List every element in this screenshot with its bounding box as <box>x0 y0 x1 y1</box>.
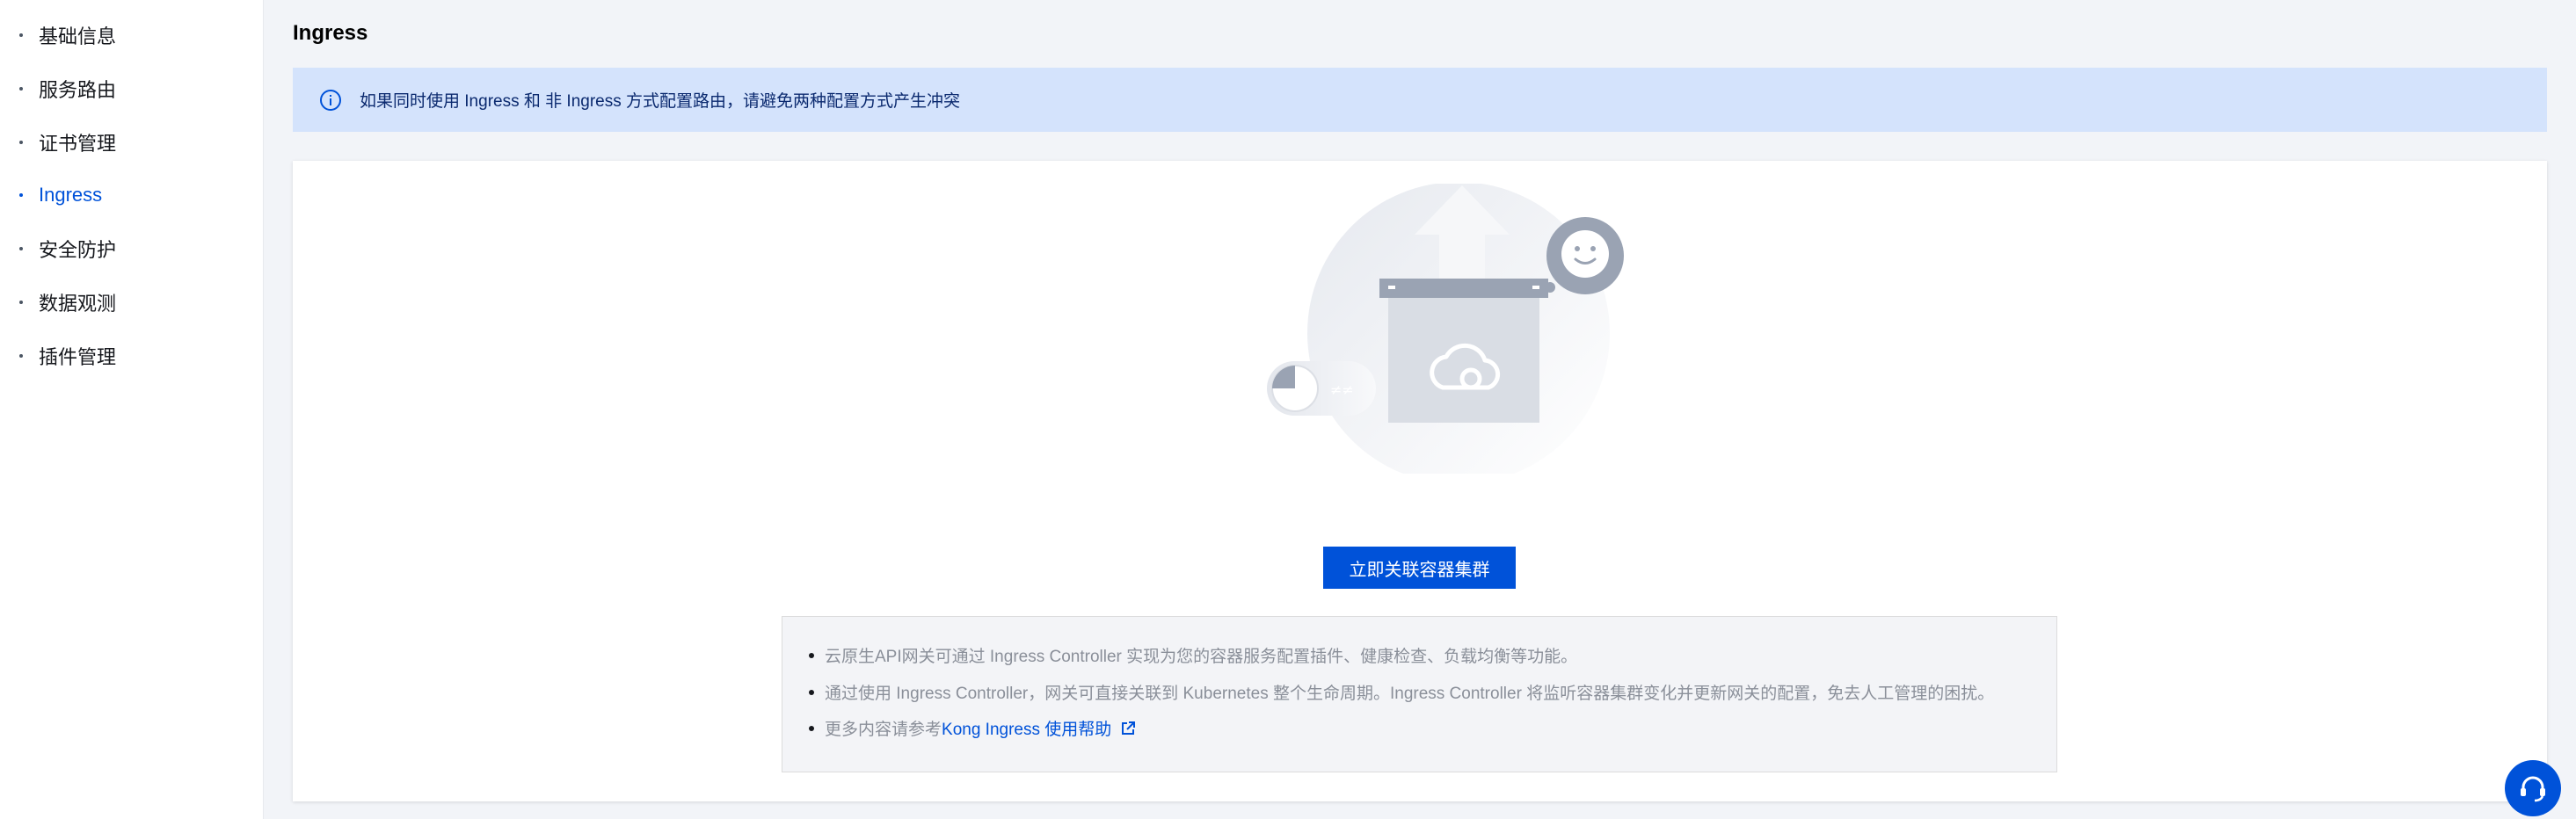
sidebar-item-basic-info[interactable]: 基础信息 <box>19 20 116 50</box>
sidebar-item-label: 服务路由 <box>39 79 117 101</box>
sidebar-item-label: 数据观测 <box>39 293 117 315</box>
bullet-dot <box>809 652 814 658</box>
sidebar-item-label: 基础信息 <box>39 25 117 47</box>
svg-text:≠≠: ≠≠ <box>1330 381 1354 398</box>
sidebar-item-label: 安全防护 <box>39 239 117 261</box>
tip-item: 通过使用 Ingress Controller，网关可直接关联到 Kuberne… <box>809 680 1994 704</box>
tip-text: 更多内容请参考 <box>825 721 942 739</box>
external-link-icon[interactable] <box>1120 721 1136 736</box>
alert-text: 如果同时使用 Ingress 和 非 Ingress 方式配置路由，请避免两种配… <box>360 92 961 111</box>
sidebar-item-label: 插件管理 <box>39 346 117 368</box>
tip-item: 云原生API网关可通过 Ingress Controller 实现为您的容器服务… <box>809 643 1577 667</box>
sidebar-item-plugins[interactable]: 插件管理 <box>19 341 116 371</box>
bullet-dot <box>809 725 814 731</box>
tip-text: 云原生API网关可通过 Ingress Controller 实现为您的容器服务… <box>825 648 1578 666</box>
associate-cluster-button[interactable]: 立即关联容器集群 <box>1323 547 1516 589</box>
sidebar-item-service-routes[interactable]: 服务路由 <box>19 74 116 104</box>
bullet-dot <box>19 33 23 37</box>
headset-icon <box>2521 776 2545 802</box>
bullet-dot <box>19 141 23 144</box>
cloud-box-upload-illustration: ≠≠ <box>1267 184 1624 474</box>
bullet-dot <box>809 689 814 695</box>
kong-ingress-help-link[interactable]: Kong Ingress 使用帮助 <box>942 716 1111 740</box>
bullet-dot <box>19 247 23 250</box>
sidebar-item-ingress[interactable]: Ingress <box>19 180 102 210</box>
sidebar: 基础信息 服务路由 证书管理 Ingress 安全防护 数据观测 插件管理 <box>0 0 264 819</box>
sidebar-item-label: 证书管理 <box>39 133 117 155</box>
bullet-dot <box>19 354 23 358</box>
sidebar-item-observability[interactable]: 数据观测 <box>19 287 116 317</box>
tips-panel: 云原生API网关可通过 Ingress Controller 实现为您的容器服务… <box>782 616 2057 772</box>
sidebar-item-certificates[interactable]: 证书管理 <box>19 127 116 157</box>
tip-item: 更多内容请参考 Kong Ingress 使用帮助 <box>809 716 1136 740</box>
info-circle-icon <box>320 89 341 111</box>
page-title: Ingress <box>293 21 368 45</box>
empty-state-card: ≠≠ 立即关联容器集群 云原生API网关可通过 Ingress Controll… <box>293 161 2547 801</box>
main-content: Ingress 如果同时使用 Ingress 和 非 Ingress 方式配置路… <box>264 0 2576 819</box>
sidebar-item-label: Ingress <box>39 184 103 206</box>
help-chat-button[interactable] <box>2505 760 2561 816</box>
tip-text: 通过使用 Ingress Controller，网关可直接关联到 Kuberne… <box>825 685 1995 703</box>
info-alert: 如果同时使用 Ingress 和 非 Ingress 方式配置路由，请避免两种配… <box>293 68 2547 132</box>
bullet-dot <box>19 87 23 91</box>
bullet-dot <box>19 301 23 304</box>
bullet-dot <box>19 193 23 197</box>
sidebar-item-security[interactable]: 安全防护 <box>19 234 116 264</box>
